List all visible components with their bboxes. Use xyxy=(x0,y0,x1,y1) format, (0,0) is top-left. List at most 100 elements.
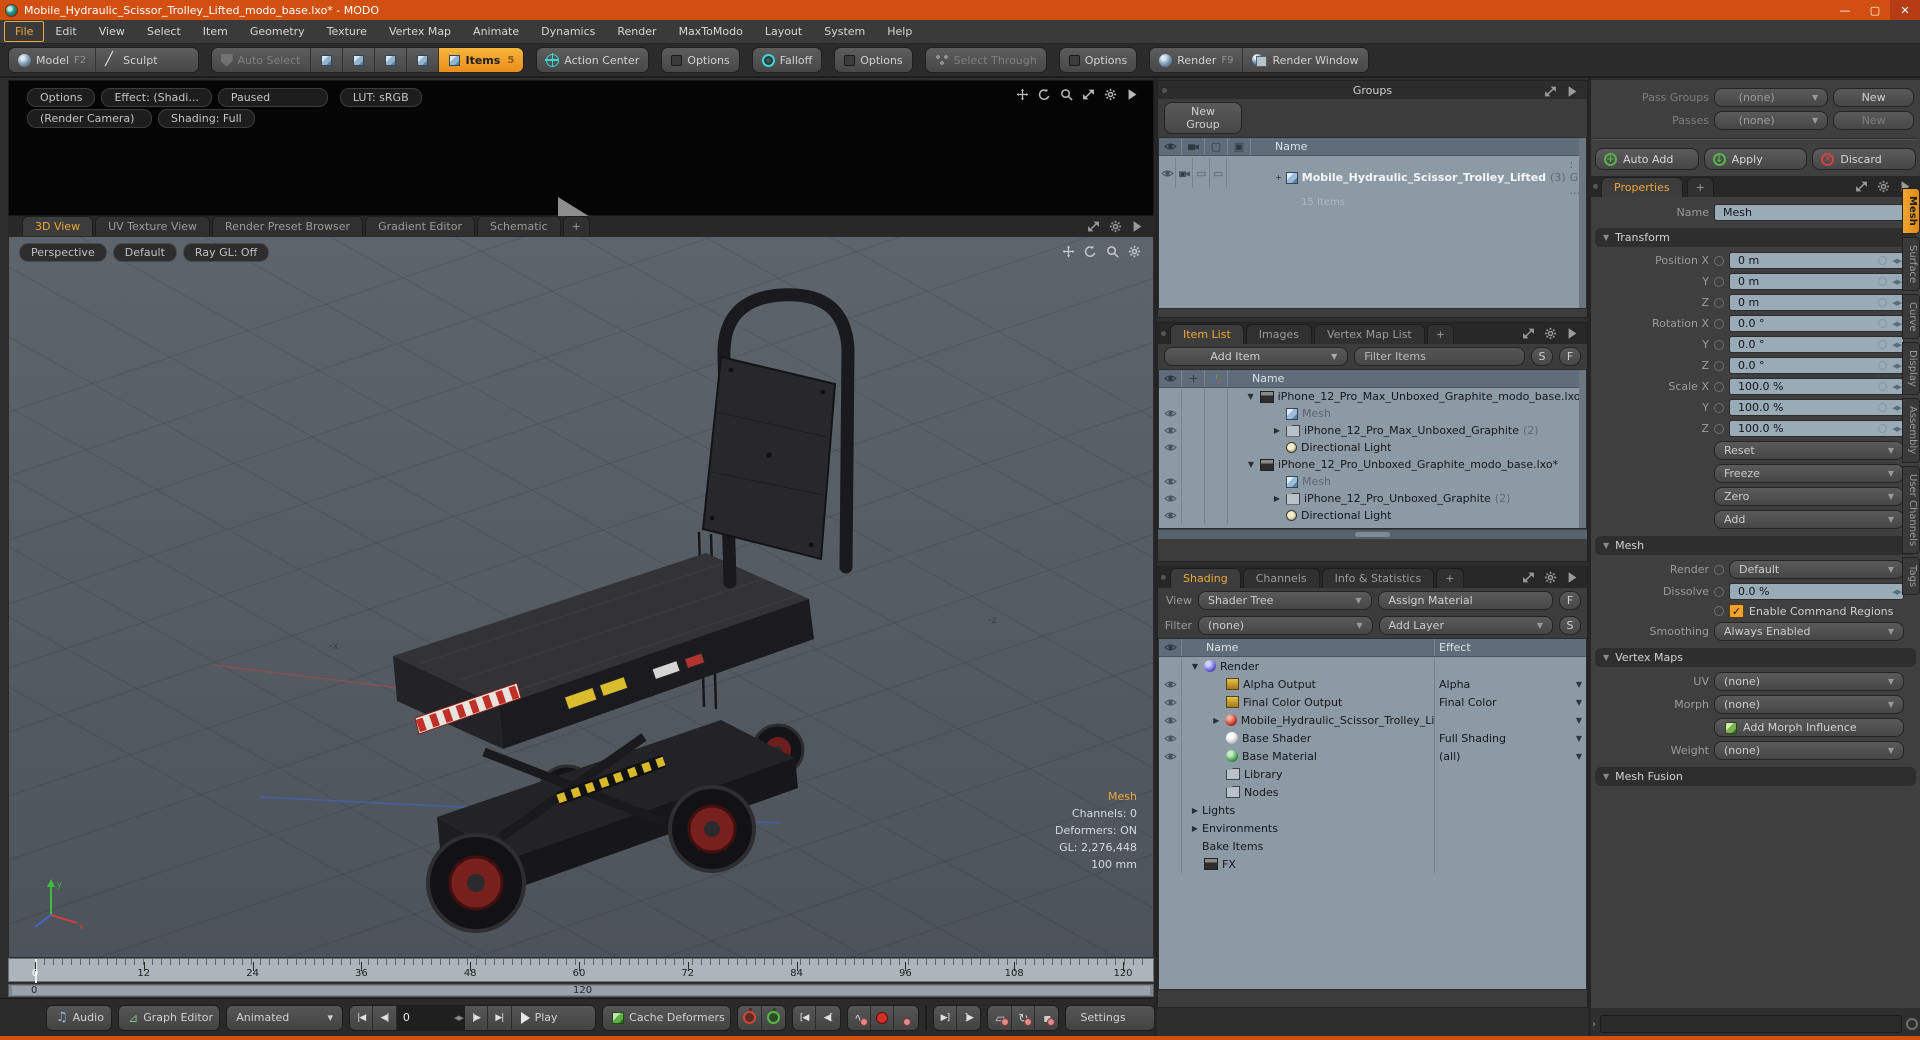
gear-icon[interactable] xyxy=(1876,179,1890,193)
expander-icon[interactable]: ▼ xyxy=(1246,392,1256,401)
tab-render-preset-browser[interactable]: Render Preset Browser xyxy=(212,216,363,236)
shader-tree-row[interactable]: Bake Items xyxy=(1159,837,1586,855)
tab-3d-view[interactable]: 3D View xyxy=(22,216,93,236)
timeline-range-bar[interactable]: 0 120 xyxy=(8,984,1154,997)
selection-mode-cube-button[interactable] xyxy=(375,48,407,72)
item-list-row[interactable]: ▼iPhone_12_Pro_Unboxed_Graphite_modo_bas… xyxy=(1159,456,1586,473)
menu-item-animate[interactable]: Animate xyxy=(462,21,530,42)
record-position-button[interactable]: ▱ xyxy=(988,1006,1011,1030)
current-frame-field[interactable]: 0 xyxy=(397,1006,465,1030)
preview-paused-button[interactable]: Paused xyxy=(218,88,328,107)
menu-item-geometry[interactable]: Geometry xyxy=(239,21,316,42)
effect-cell[interactable] xyxy=(1434,657,1586,675)
gear-icon[interactable] xyxy=(1108,219,1122,233)
preview-lut-button[interactable]: LUT: sRGB xyxy=(340,88,422,107)
expand-plus-icon[interactable]: + xyxy=(1275,173,1282,182)
channel-ring-icon[interactable] xyxy=(1714,382,1724,392)
menu-item-system[interactable]: System xyxy=(813,21,876,42)
select-through-button[interactable]: Select Through xyxy=(926,48,1046,72)
action-center-options-button[interactable]: Options xyxy=(662,48,738,72)
transform-value-field[interactable]: 0 m◀▶ xyxy=(1729,273,1904,290)
tab-properties[interactable]: Properties xyxy=(1601,177,1683,197)
effect-cell[interactable]: ▼ xyxy=(1434,711,1586,729)
reset-dropdown[interactable]: Reset▼ xyxy=(1714,441,1904,460)
items-mode-button[interactable]: Items5 xyxy=(439,48,524,72)
transform-value-field[interactable]: 0.0 °◀▶ xyxy=(1729,315,1904,332)
effect-cell[interactable]: Alpha▼ xyxy=(1434,675,1586,693)
side-tab-tags[interactable]: Tags xyxy=(1902,557,1920,595)
stepper-icon[interactable]: ◀▶ xyxy=(1892,299,1901,307)
channel-ring-icon[interactable] xyxy=(1714,277,1724,287)
autokey-button[interactable] xyxy=(894,1006,917,1030)
filter-dropdown[interactable]: (none)▼ xyxy=(1198,616,1373,635)
tri-icon[interactable] xyxy=(1125,87,1139,101)
preview-options-button[interactable]: Options xyxy=(27,88,95,107)
expander-icon[interactable]: ▶ xyxy=(1190,824,1200,833)
preview-effect-button[interactable]: Effect: (Shadi... xyxy=(101,88,211,107)
add-tab-button[interactable]: + xyxy=(1427,324,1454,344)
scrollbar[interactable] xyxy=(1579,138,1586,308)
checkbox-icon[interactable]: ▭ xyxy=(1193,158,1210,188)
new-pass-group-button[interactable]: New xyxy=(1833,88,1914,107)
gear-icon[interactable] xyxy=(1103,87,1117,101)
itemlist-tab-images[interactable]: Images xyxy=(1246,324,1312,344)
f-button[interactable]: F xyxy=(1559,591,1581,610)
record-rotation-button[interactable]: ↻ xyxy=(1012,1006,1035,1030)
next-key-button[interactable]: ▶] xyxy=(934,1006,957,1030)
effect-cell[interactable] xyxy=(1434,837,1586,855)
maximize-button[interactable]: ▢ xyxy=(1860,0,1890,20)
stepper-icon[interactable]: ◀▶ xyxy=(1892,320,1901,328)
falloff-options-button[interactable]: Options xyxy=(835,48,911,72)
menu-item-item[interactable]: Item xyxy=(192,21,239,42)
falloff-button[interactable]: Falloff xyxy=(753,48,821,72)
expand-icon[interactable] xyxy=(1854,179,1868,193)
shader-tree-row[interactable]: FX xyxy=(1159,855,1586,873)
menu-item-dynamics[interactable]: Dynamics xyxy=(530,21,606,42)
item-list-row[interactable]: ▶iPhone_12_Pro_Max_Unboxed_Graphite(2) xyxy=(1159,422,1586,439)
menu-item-view[interactable]: View xyxy=(88,21,136,42)
command-history-icon[interactable] xyxy=(1906,1018,1918,1030)
tri-icon[interactable] xyxy=(1565,570,1579,584)
s-button[interactable]: S xyxy=(1531,347,1553,366)
freeze-dropdown[interactable]: Freeze▼ xyxy=(1714,464,1904,483)
groups-panel-header[interactable]: Groups xyxy=(1158,81,1587,99)
pan-icon[interactable] xyxy=(1015,87,1029,101)
prev-frame-button[interactable]: ◀| xyxy=(373,1006,396,1030)
item-list-row[interactable]: ▶iPhone_12_Pro_Unboxed_Graphite(2) xyxy=(1159,490,1586,507)
camera-icon[interactable] xyxy=(1176,158,1193,188)
eye-icon[interactable] xyxy=(1159,711,1182,729)
item-list-row[interactable]: Directional Light xyxy=(1159,507,1586,524)
channel-ring-icon[interactable] xyxy=(1714,587,1724,597)
expander-icon[interactable]: ▼ xyxy=(1190,662,1200,671)
tab-gradient-editor[interactable]: Gradient Editor xyxy=(365,216,475,236)
side-tab-mesh[interactable]: Mesh xyxy=(1902,188,1920,234)
timing-green-button[interactable] xyxy=(762,1006,785,1030)
channel-ring-icon[interactable] xyxy=(1714,298,1724,308)
gear-icon[interactable] xyxy=(1543,570,1557,584)
discard-button[interactable]: ✕ Discard xyxy=(1812,148,1916,170)
minimize-button[interactable]: — xyxy=(1830,0,1860,20)
record-scale-button[interactable]: ▪ xyxy=(1035,1006,1058,1030)
group-row[interactable]: ▭ ▭ + Mobile_Hydraulic_Scissor_Trolley_L… xyxy=(1159,156,1586,190)
name-field[interactable]: Mesh xyxy=(1714,204,1904,221)
eye-icon[interactable] xyxy=(1159,439,1182,456)
add-view-tab-button[interactable]: + xyxy=(563,216,590,236)
item-list-row[interactable]: Mesh xyxy=(1159,405,1586,422)
expand-icon[interactable] xyxy=(1086,219,1100,233)
side-tab-user-channels[interactable]: User Channels xyxy=(1902,466,1920,554)
go-start-button[interactable]: |◀ xyxy=(350,1006,373,1030)
f-button[interactable]: F xyxy=(1559,347,1581,366)
channel-ring-icon[interactable] xyxy=(1714,424,1724,434)
render-button[interactable]: RenderF9 xyxy=(1150,48,1243,72)
apply-button[interactable]: ↓ Apply xyxy=(1704,148,1808,170)
transform-value-field[interactable]: 100.0 %◀▶ xyxy=(1729,378,1904,395)
effect-cell[interactable]: Full Shading▼ xyxy=(1434,729,1586,747)
expander-icon[interactable]: ▼ xyxy=(1246,460,1256,469)
end-frame-button[interactable]: ▶| xyxy=(488,1006,511,1030)
audio-button[interactable]: ♫Audio xyxy=(47,1006,112,1030)
tab-schematic[interactable]: Schematic xyxy=(477,216,561,236)
pass-groups-dropdown[interactable]: (none)▼ xyxy=(1714,88,1828,107)
effect-cell[interactable]: (all)▼ xyxy=(1434,747,1586,765)
stepper-icon[interactable]: ◀▶ xyxy=(1892,404,1901,412)
zero-dropdown[interactable]: Zero▼ xyxy=(1714,487,1904,506)
